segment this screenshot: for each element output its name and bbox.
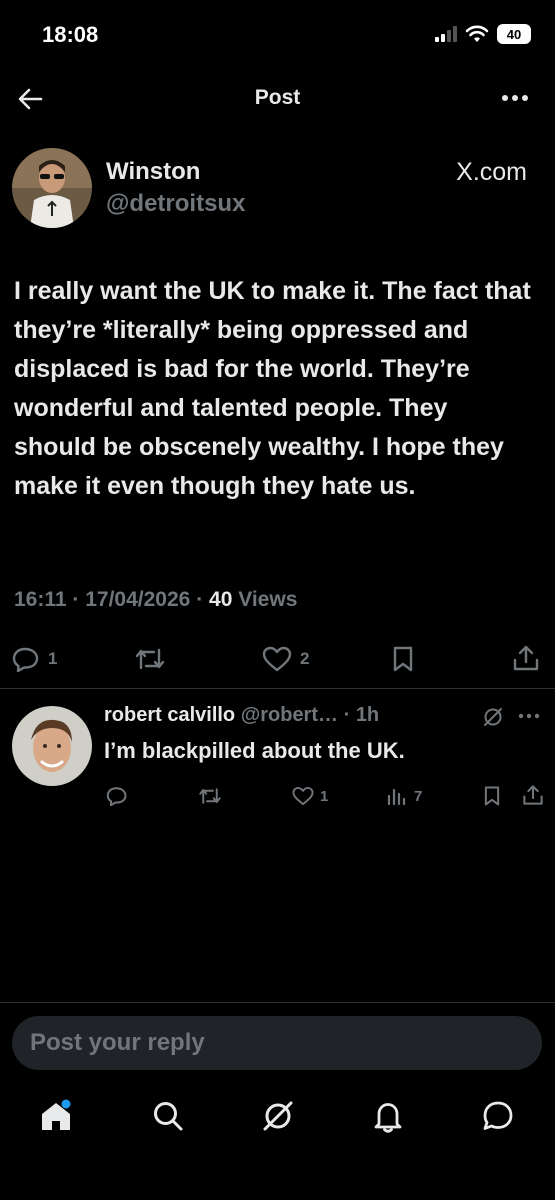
status-icons: 40: [435, 24, 531, 44]
nav-grok[interactable]: [260, 1098, 296, 1134]
grok-button[interactable]: [482, 706, 504, 728]
bookmark-button[interactable]: [390, 646, 416, 672]
meta-separator: ·: [196, 588, 210, 611]
views-count: 40: [209, 588, 233, 611]
more-dots-icon: [518, 713, 540, 719]
reply-input-placeholder[interactable]: Post your reply: [30, 1029, 205, 1057]
bell-icon: [374, 1103, 402, 1133]
author-avatar[interactable]: [12, 148, 92, 228]
reply-view-count: 7: [414, 787, 423, 805]
reply-separator: ·: [343, 704, 351, 726]
source-label[interactable]: X.com: [456, 158, 527, 187]
wifi-icon: [465, 25, 489, 42]
reply-reply-button[interactable]: [106, 786, 128, 806]
reply-share-button[interactable]: [522, 784, 544, 806]
grok-icon: [263, 1101, 293, 1131]
share-icon: [513, 645, 539, 671]
reply-author-handle[interactable]: @robert…: [241, 704, 338, 726]
repost-icon: [135, 648, 165, 670]
author-name[interactable]: Winston: [106, 158, 200, 186]
more-dots-icon: [502, 95, 528, 101]
repost-button[interactable]: [134, 646, 166, 672]
avatar-image: [12, 706, 92, 786]
bookmark-icon: [393, 646, 413, 672]
post-meta: 16:11 · 17/04/2026 · 40 Views: [14, 588, 297, 612]
message-icon: [483, 1101, 513, 1130]
share-icon: [523, 785, 543, 805]
status-time: 18:08: [42, 22, 99, 47]
reply-more-button[interactable]: [518, 712, 540, 720]
repost-icon: [199, 788, 221, 804]
post-date: 17/04/2026: [85, 588, 191, 611]
heart-icon: [292, 786, 314, 806]
share-button[interactable]: [512, 644, 540, 672]
reply-icon: [106, 787, 127, 806]
reply-bookmark-button[interactable]: [482, 785, 502, 807]
reply-author-avatar[interactable]: [12, 706, 92, 786]
post-time: 16:11: [14, 588, 67, 611]
reply-count: 1: [48, 649, 58, 668]
reply-text: I’m blackpilled about the UK.: [104, 738, 405, 763]
views-label: Views: [238, 588, 298, 611]
like-count: 2: [300, 649, 310, 668]
nav-notifications[interactable]: [370, 1098, 406, 1134]
nav-home[interactable]: [38, 1098, 74, 1134]
divider: [0, 688, 555, 689]
page-title: Post: [254, 86, 301, 109]
post-text: I really want the UK to make it. The fac…: [14, 277, 531, 500]
grok-icon: [484, 708, 502, 726]
bookmark-icon: [484, 786, 500, 806]
nav-messages[interactable]: [480, 1098, 516, 1134]
nav-search[interactable]: [150, 1098, 186, 1134]
author-handle[interactable]: @detroitsux: [106, 190, 245, 218]
search-icon: [154, 1102, 183, 1131]
reply-like-button[interactable]: 1: [292, 786, 328, 806]
more-options-button[interactable]: [501, 88, 529, 108]
reply-author-name[interactable]: robert calvillo: [104, 704, 235, 726]
avatar-image: [12, 148, 92, 228]
battery-icon: 40: [497, 24, 531, 44]
signal-icon: [435, 26, 457, 42]
reply-button[interactable]: 1: [12, 646, 57, 672]
meta-separator: ·: [72, 588, 86, 611]
divider: [0, 1002, 555, 1003]
reply-header: robert calvillo @robert… · 1h: [104, 704, 379, 727]
bar-chart-icon: [387, 788, 406, 806]
heart-icon: [262, 646, 292, 672]
reply-views-button[interactable]: 7: [386, 786, 422, 806]
source-text: X.com: [456, 158, 527, 186]
home-icon: [42, 1099, 71, 1130]
reply-icon: [12, 647, 39, 672]
reply-repost-button[interactable]: [198, 786, 222, 806]
reply-age: 1h: [355, 704, 380, 726]
like-button[interactable]: 2: [262, 646, 309, 672]
reply-like-count: 1: [320, 787, 329, 805]
